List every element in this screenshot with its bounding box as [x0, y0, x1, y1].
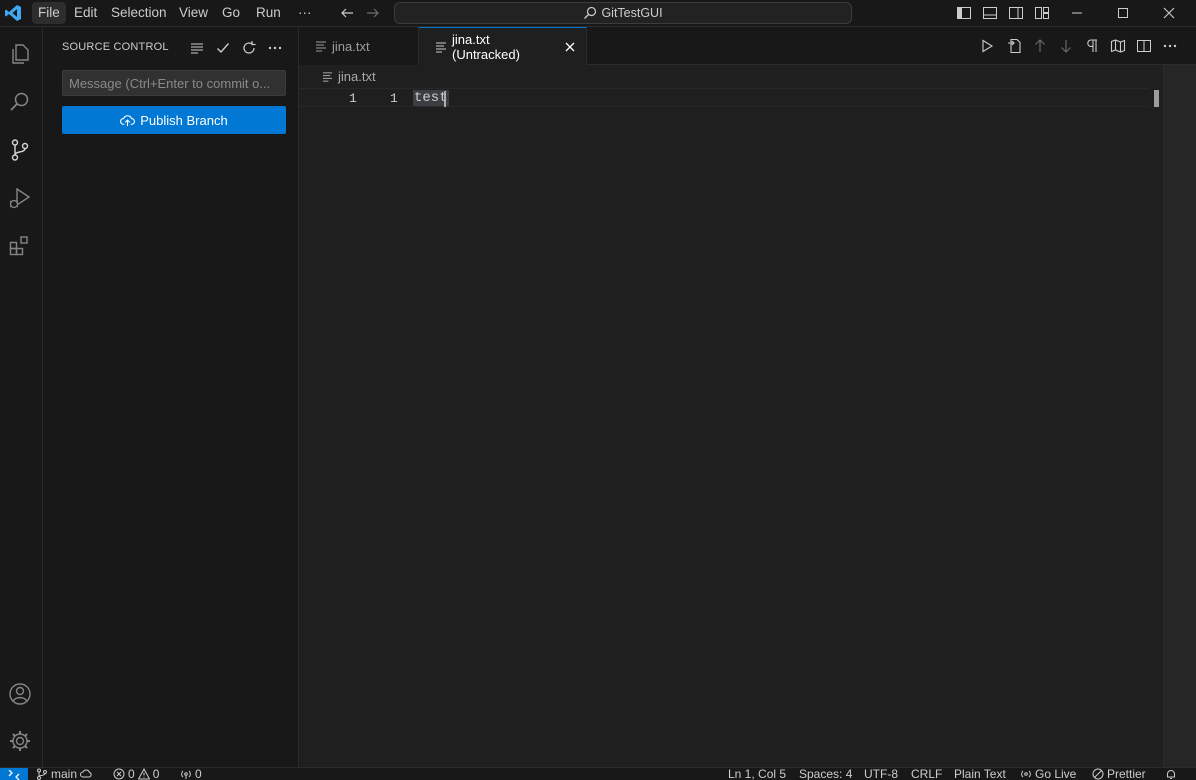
go-live-button[interactable]: Go Live	[1020, 767, 1077, 780]
menu-run[interactable]: Run	[250, 2, 287, 24]
command-center-search[interactable]: GitTestGUI	[394, 2, 852, 24]
remote-icon	[8, 769, 20, 780]
tab-jina-txt-untracked[interactable]: jina.txt (Untracked)	[419, 27, 587, 66]
run-icon[interactable]	[978, 37, 996, 55]
title-bar: File Edit Selection View Go Run ··· GitT…	[0, 0, 1196, 27]
commit-message-input[interactable]	[62, 70, 286, 96]
prettier-label: Prettier	[1107, 767, 1146, 780]
ports-indicator[interactable]: 0	[180, 767, 202, 780]
breadcrumb-file[interactable]: jina.txt	[338, 69, 376, 84]
refresh-icon[interactable]	[240, 39, 258, 57]
back-arrow-icon[interactable]	[337, 3, 357, 23]
error-count: 0	[128, 767, 135, 780]
go-live-label: Go Live	[1035, 767, 1077, 780]
search-icon	[583, 6, 597, 20]
modified-line-number: 1	[390, 91, 398, 106]
workspace-name: GitTestGUI	[601, 6, 663, 20]
text-file-icon	[315, 40, 327, 52]
menu-file[interactable]: File	[32, 2, 66, 24]
git-branch-icon	[36, 768, 48, 780]
split-editor-icon[interactable]	[1135, 37, 1153, 55]
accounts-icon[interactable]	[6, 680, 34, 708]
menu-view[interactable]: View	[173, 2, 214, 24]
text-cursor	[444, 91, 446, 107]
broadcast-icon	[1020, 768, 1032, 780]
toggle-panel-icon[interactable]	[980, 3, 1000, 23]
more-actions-icon[interactable]	[266, 39, 284, 57]
end-of-line[interactable]: CRLF	[911, 768, 942, 780]
code-line[interactable]: 1 1 test	[299, 88, 1149, 107]
diff-editor[interactable]: jina.txt 1 1 test	[299, 65, 1196, 767]
breadcrumb[interactable]: jina.txt	[322, 69, 376, 84]
next-change-icon[interactable]	[1057, 37, 1075, 55]
forward-arrow-icon[interactable]	[363, 3, 383, 23]
menu-edit[interactable]: Edit	[68, 2, 103, 24]
minimize-icon[interactable]	[1067, 3, 1087, 23]
open-map-icon[interactable]	[1109, 37, 1127, 55]
toggle-secondary-sidebar-icon[interactable]	[1006, 3, 1026, 23]
error-icon	[113, 768, 125, 780]
close-tab-icon[interactable]	[564, 41, 576, 53]
prettier-button[interactable]: Prettier	[1092, 767, 1146, 780]
ports-count: 0	[195, 767, 202, 780]
original-line-number: 1	[349, 91, 357, 106]
problems-indicator[interactable]: 0 0	[113, 767, 160, 780]
warning-count: 0	[152, 767, 160, 780]
status-bar: main 0 0 0 Ln 1, Col 5 Spaces: 4 UTF-8 C…	[0, 767, 1196, 780]
cloud-upload-icon	[120, 113, 136, 128]
sidebar-title: SOURCE CONTROL	[62, 41, 169, 53]
toggle-primary-sidebar-icon[interactable]	[954, 3, 974, 23]
tab-label: jina.txt	[332, 38, 370, 54]
publish-cloud-icon	[80, 768, 92, 780]
indentation[interactable]: Spaces: 4	[799, 768, 852, 780]
show-whitespace-pilcrow-icon[interactable]	[1083, 37, 1101, 55]
editor-tab-bar: jina.txt jina.txt (Untracked)	[299, 27, 1196, 66]
cursor-position[interactable]: Ln 1, Col 5	[728, 768, 786, 780]
remote-indicator[interactable]	[0, 768, 28, 780]
publish-branch-label: Publish Branch	[140, 112, 228, 128]
text-file-icon	[435, 41, 447, 53]
vertical-scrollbar[interactable]	[1163, 65, 1196, 767]
menu-selection[interactable]: Selection	[105, 2, 173, 24]
notifications-bell-icon[interactable]	[1165, 768, 1177, 780]
source-control-sidebar: SOURCE CONTROL Publish Branch	[43, 27, 299, 767]
manage-gear-icon[interactable]	[6, 727, 34, 755]
language-mode[interactable]: Plain Text	[954, 768, 1006, 780]
close-window-icon[interactable]	[1159, 3, 1179, 23]
prettier-disabled-icon	[1092, 768, 1104, 780]
editor-more-actions-icon[interactable]	[1161, 37, 1179, 55]
search-view-icon[interactable]	[6, 88, 34, 116]
tab-label: jina.txt (Untracked)	[452, 32, 520, 62]
open-file-icon[interactable]	[1005, 37, 1023, 55]
menu-go[interactable]: Go	[216, 2, 246, 24]
branch-indicator[interactable]: main	[36, 767, 92, 780]
activity-bar	[0, 27, 43, 767]
maximize-icon[interactable]	[1113, 3, 1133, 23]
customize-layout-icon[interactable]	[1032, 3, 1052, 23]
broadcast-icon	[180, 768, 192, 780]
publish-branch-button[interactable]: Publish Branch	[62, 106, 286, 134]
text-file-icon	[322, 71, 333, 82]
menu-more[interactable]: ···	[292, 2, 318, 24]
warning-icon	[137, 768, 150, 780]
minimap-marker	[1154, 90, 1159, 107]
extensions-icon[interactable]	[6, 232, 34, 260]
branch-name: main	[51, 767, 78, 780]
tab-jina-txt[interactable]: jina.txt	[299, 27, 419, 65]
explorer-icon[interactable]	[6, 40, 34, 68]
vscode-logo-icon	[4, 4, 22, 22]
previous-change-icon[interactable]	[1031, 37, 1049, 55]
source-control-icon[interactable]	[6, 136, 34, 164]
encoding[interactable]: UTF-8	[864, 768, 898, 780]
commit-check-icon[interactable]	[214, 39, 232, 57]
run-and-debug-icon[interactable]	[6, 184, 34, 212]
view-as-list-icon[interactable]	[188, 39, 206, 57]
